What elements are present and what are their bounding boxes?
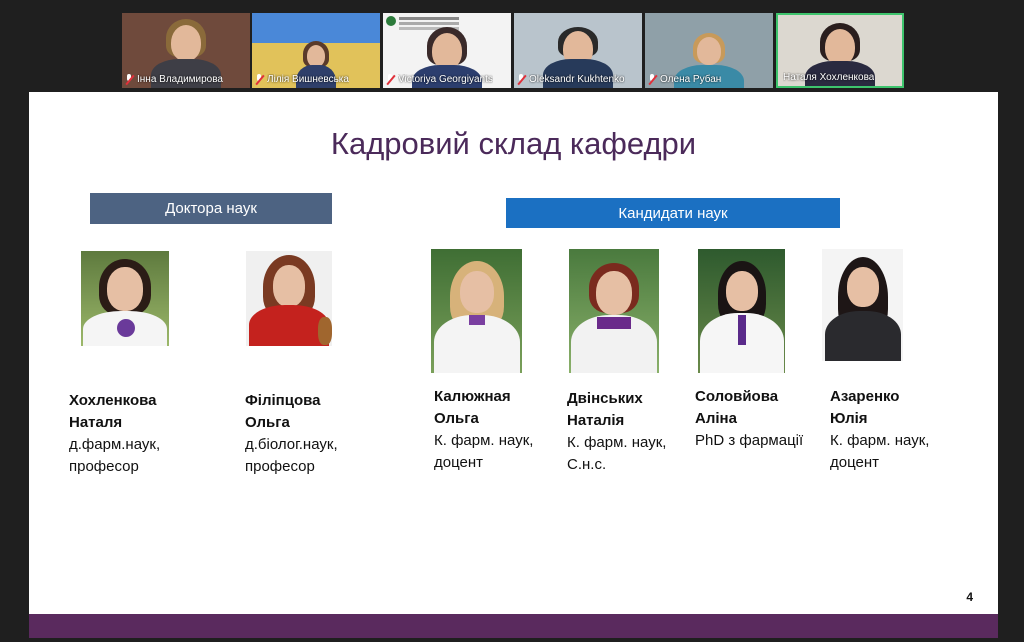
participant-namebar: Наталя Хохленкова (780, 70, 900, 84)
avatar-face (697, 37, 721, 65)
slide-title: Кадровий склад кафедри (330, 126, 697, 161)
participant-strip: Інна Владимирова Лілія Вишневська Victor… (0, 13, 1024, 90)
person-degree: К. фарм. наук, доцент (434, 432, 534, 471)
avatar-face (171, 25, 201, 61)
participant-name: Наталя Хохленкова (783, 71, 875, 83)
participant-tile[interactable]: Лілія Вишневська (252, 13, 380, 88)
person-name: Азаренко Юлія (830, 388, 900, 427)
participant-name: Oleksandr Kukhtenko (529, 73, 625, 85)
person-degree: д.біолог.наук, професор (245, 436, 338, 475)
person-photo (569, 249, 659, 373)
person-name: Філіпцова Ольга (245, 392, 321, 431)
person-name: Калюжная Ольга (434, 388, 511, 427)
participant-namebar: Лілія Вишневська (254, 72, 378, 86)
avatar-face (307, 45, 325, 67)
person-photo (246, 251, 332, 346)
person-name: Двінських Наталія (567, 390, 643, 429)
mic-muted-icon (516, 73, 526, 85)
participant-name: Олена Рубан (660, 73, 722, 85)
doctors-header: Доктора наук (90, 193, 332, 224)
mic-muted-icon (254, 73, 264, 85)
participant-name: Лілія Вишневська (267, 73, 349, 85)
avatar-face (432, 33, 462, 69)
person-name: Соловйова Аліна (695, 388, 779, 427)
participant-tile[interactable]: Олена Рубан (645, 13, 773, 88)
mic-muted-icon (385, 73, 395, 85)
logo-text (399, 17, 459, 20)
shared-slide: Кадровий склад кафедри Доктора наук Канд… (29, 92, 998, 638)
person-degree: К. фарм. наук, доцент (830, 432, 930, 471)
person-photo (698, 249, 785, 373)
participant-namebar: Oleksandr Kukhtenko (516, 72, 640, 86)
page-number: 4 (966, 590, 973, 604)
participant-namebar: Олена Рубан (647, 72, 771, 86)
mic-muted-icon (647, 73, 657, 85)
candidates-header: Кандидати наук (506, 198, 840, 228)
participant-name: Інна Владимирова (137, 73, 223, 85)
mic-muted-icon (124, 73, 134, 85)
person-degree: К. фарм. наук, С.н.с. (567, 434, 667, 473)
participant-tile[interactable]: Інна Владимирова (122, 13, 250, 88)
participant-tile[interactable]: Victoriya Georgiyants (383, 13, 511, 88)
person-photo (431, 249, 522, 373)
slide-footer-bar (29, 614, 998, 638)
participant-namebar: Victoriya Georgiyants (385, 72, 509, 86)
participant-tile-active-speaker[interactable]: Наталя Хохленкова (776, 13, 904, 88)
person-degree: PhD з фармації (695, 432, 804, 449)
person-photo (822, 249, 903, 361)
person-degree: д.фарм.наук, професор (69, 436, 161, 475)
avatar-face (825, 29, 855, 65)
logo-icon (386, 16, 396, 26)
person-name: Хохленкова Наталя (69, 392, 157, 431)
person-photo (81, 251, 169, 346)
participant-tile[interactable]: Oleksandr Kukhtenko (514, 13, 642, 88)
participant-name: Victoriya Georgiyants (398, 73, 493, 85)
participant-namebar: Інна Владимирова (124, 72, 248, 86)
